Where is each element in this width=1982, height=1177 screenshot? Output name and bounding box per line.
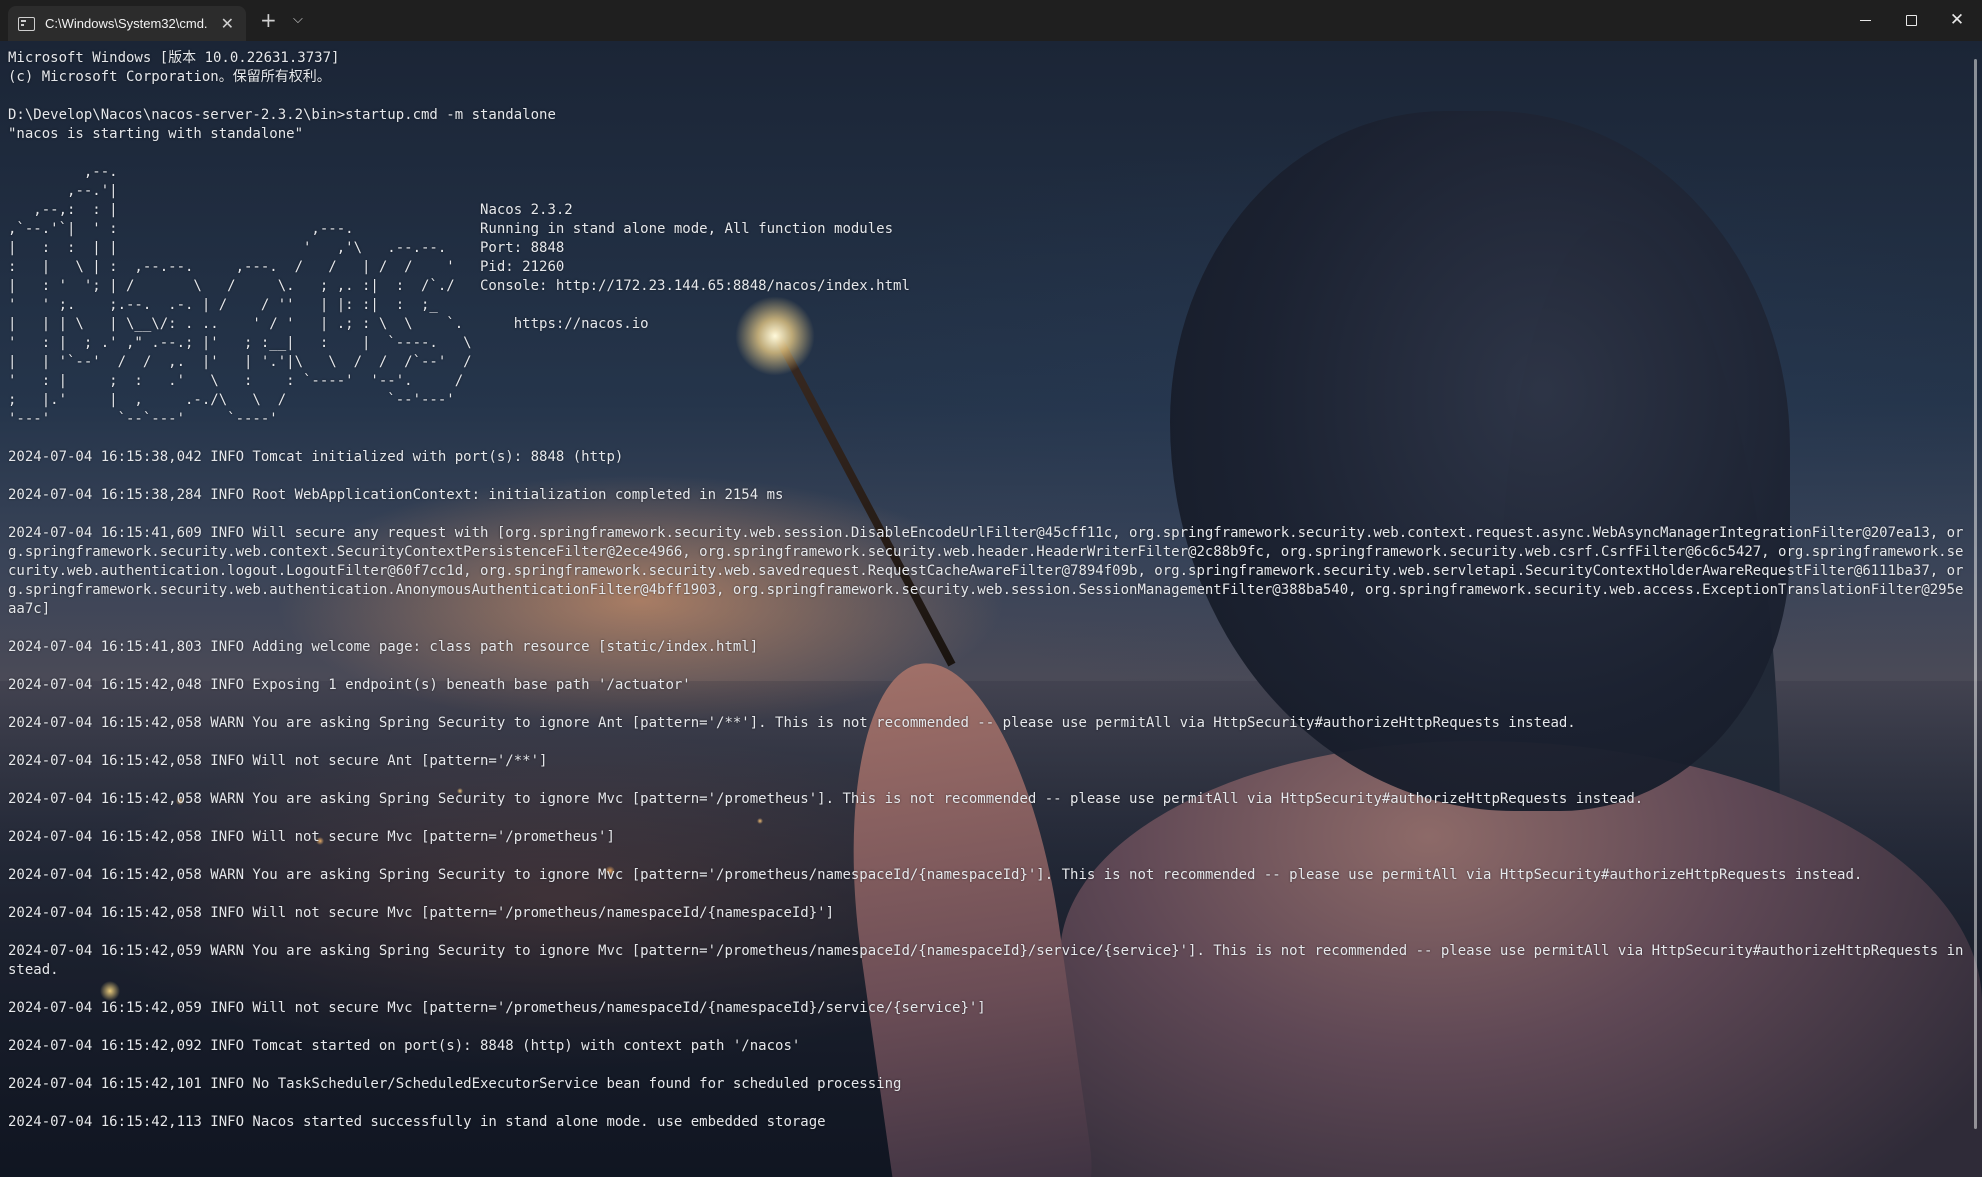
terminal-line: : | \ | : ,--.--. ,---. / / | / / ' Pid:… [8, 259, 565, 275]
maximize-icon [1905, 15, 1917, 26]
terminal-line: ,--. [8, 164, 118, 180]
minimize-button[interactable] [1842, 0, 1888, 41]
terminal-line: 2024-07-04 16:15:42,058 INFO Will not se… [8, 829, 615, 845]
terminal-line: ' ' ;. ;.--. .-. | / / '' | |: :| : ;_ [8, 297, 438, 313]
terminal-line [8, 733, 1968, 752]
maximize-button[interactable] [1888, 0, 1934, 41]
terminal-line: D:\Develop\Nacos\nacos-server-2.3.2\bin>… [8, 107, 556, 123]
terminal-line: | | | \ | \__\/: . .. ' / ' | .; : \ \ `… [8, 316, 649, 332]
close-icon[interactable]: ✕ [221, 14, 234, 33]
terminal-line [8, 87, 1968, 106]
minimize-icon [1859, 20, 1871, 21]
terminal-line [8, 1094, 1968, 1113]
terminal-line [8, 429, 1968, 448]
terminal-line [8, 809, 1968, 828]
terminal-line: 2024-07-04 16:15:42,058 WARN You are ask… [8, 715, 1576, 731]
terminal-line: (c) Microsoft Corporation。保留所有权利。 [8, 69, 331, 85]
tab-title: C:\Windows\System32\cmd.e [45, 16, 207, 31]
terminal-line: ' : | ; .' ," .--.; |' ; :__| : | `----.… [8, 335, 472, 351]
new-tab-icon[interactable]: + [260, 10, 277, 30]
terminal-line [8, 980, 1968, 999]
terminal-icon [18, 16, 35, 31]
terminal-line: ' : | ; : .' \ : : `----' '--'. / [8, 373, 464, 389]
terminal-line: 2024-07-04 16:15:41,609 INFO Will secure… [8, 525, 1964, 617]
terminal-line: 2024-07-04 16:15:42,058 WARN You are ask… [8, 867, 1863, 883]
terminal-line [8, 695, 1968, 714]
terminal-line [8, 619, 1968, 638]
terminal-line: 2024-07-04 16:15:41,803 INFO Adding welc… [8, 639, 759, 655]
terminal-line: ,`--.'`| ' : ,---. Running in stand alon… [8, 221, 894, 237]
terminal-line: ,--,: : | Nacos 2.3.2 [8, 202, 573, 218]
terminal-line [8, 923, 1968, 942]
terminal-line: 2024-07-04 16:15:42,058 INFO Will not se… [8, 753, 548, 769]
terminal-line: 2024-07-04 16:15:42,058 WARN You are ask… [8, 791, 1644, 807]
terminal-line [8, 505, 1968, 524]
terminal-line: ; |.' | , .-./\ \ / `--'---' [8, 392, 455, 408]
terminal-line: 2024-07-04 16:15:42,059 WARN You are ask… [8, 943, 1964, 978]
terminal-line: 2024-07-04 16:15:42,113 INFO Nacos start… [8, 1114, 826, 1130]
terminal-line [8, 144, 1968, 163]
terminal-line: "nacos is starting with standalone" [8, 126, 304, 142]
terminal-line [8, 885, 1968, 904]
terminal-line [8, 847, 1968, 866]
terminal-line: | : ' '; | / \ / \. ; ,. :| : /`./ Conso… [8, 278, 910, 294]
tab-cmd[interactable]: C:\Windows\System32\cmd.e ✕ [8, 6, 246, 41]
terminal-line: 2024-07-04 16:15:42,048 INFO Exposing 1 … [8, 677, 691, 693]
title-bar: C:\Windows\System32\cmd.e ✕ + ⌵ ✕ [0, 0, 1982, 41]
terminal-line: | | '`--' / / ,. |' | '.'|\ \ / / /`--' … [8, 354, 472, 370]
terminal-line [8, 657, 1968, 676]
terminal-output[interactable]: Microsoft Windows [版本 10.0.22631.3737] (c… [8, 49, 1968, 1132]
vertical-scrollbar[interactable] [1974, 59, 1977, 1129]
terminal-line: 2024-07-04 16:15:42,059 INFO Will not se… [8, 1000, 986, 1016]
terminal-line: 2024-07-04 16:15:38,042 INFO Tomcat init… [8, 449, 624, 465]
close-window-button[interactable]: ✕ [1934, 0, 1980, 41]
terminal-line [8, 1018, 1968, 1037]
terminal-line: '---' `--`---' `----' [8, 411, 278, 427]
terminal-line: 2024-07-04 16:15:42,101 INFO No TaskSche… [8, 1076, 902, 1092]
terminal-line: ,--.'| [8, 183, 118, 199]
terminal-line: 2024-07-04 16:15:42,058 INFO Will not se… [8, 905, 835, 921]
terminal-line [8, 771, 1968, 790]
close-icon: ✕ [1949, 10, 1965, 30]
terminal-line: 2024-07-04 16:15:42,092 INFO Tomcat star… [8, 1038, 801, 1054]
terminal-window: C:\Windows\System32\cmd.e ✕ + ⌵ ✕ Micros… [0, 0, 1982, 1177]
terminal-line [8, 1056, 1968, 1075]
chevron-down-icon[interactable]: ⌵ [293, 10, 303, 30]
terminal-line: Microsoft Windows [版本 10.0.22631.3737] [8, 50, 340, 66]
terminal-line: 2024-07-04 16:15:38,284 INFO Root WebApp… [8, 487, 784, 503]
terminal-line [8, 467, 1968, 486]
terminal-line: | : : | | ' ,'\ .--.--. Port: 8848 [8, 240, 565, 256]
